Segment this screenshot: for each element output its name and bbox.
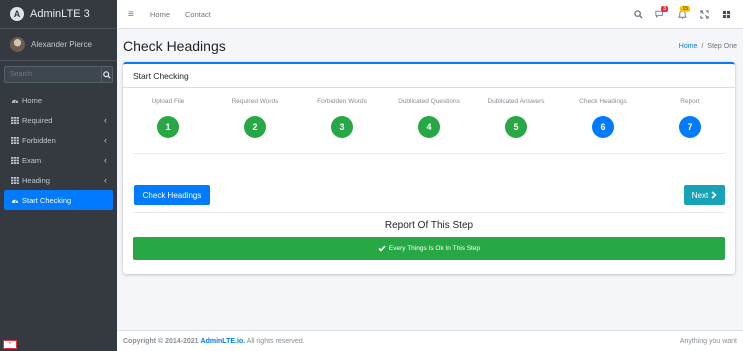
search-icon	[103, 70, 111, 79]
search-icon	[633, 9, 643, 19]
step-label: Forbidden Words	[317, 98, 367, 105]
step-number: 3	[331, 116, 353, 138]
avatar	[10, 37, 25, 52]
sidebar-item-label: Heading	[22, 175, 50, 185]
brand-text: AdminLTE 3	[30, 8, 90, 20]
step-label: Check Headings	[579, 98, 627, 105]
menu-toggle-icon[interactable]: ≡	[128, 9, 135, 20]
grid-icon	[11, 176, 20, 184]
brand-link[interactable]: A AdminLTE 3	[0, 0, 117, 29]
messages-button[interactable]: 3	[649, 3, 671, 25]
step-label: Required Words	[231, 98, 279, 105]
page-title: Check Headings	[123, 38, 226, 54]
card-title: Start Checking	[133, 70, 189, 81]
navbar-right: 3 15	[627, 3, 737, 25]
divider	[133, 153, 725, 154]
nav-link-contact[interactable]: Contact	[185, 10, 211, 19]
step-number: 6	[592, 116, 614, 138]
messages-badge: 3	[661, 6, 668, 12]
sidebar-item-required[interactable]: Required ‹	[0, 110, 117, 130]
grid-icon	[11, 136, 20, 144]
footer-right-text: Anything you want	[679, 337, 737, 345]
fullscreen-button[interactable]	[693, 3, 715, 25]
sidebar-item-start-checking[interactable]: Start Checking	[4, 190, 113, 210]
chevron-left-icon: ‹	[104, 175, 107, 185]
top-navbar: ≡ Home Contact 3 15	[117, 0, 743, 29]
next-button-label: Next	[691, 190, 709, 200]
breadcrumb: Home / Step One	[679, 43, 737, 50]
divider	[133, 212, 725, 213]
nav-link-home[interactable]: Home	[150, 10, 170, 19]
notifications-button[interactable]: 15	[671, 3, 693, 25]
start-checking-card: Start Checking Upload File 1 Required Wo…	[123, 62, 735, 274]
footer-copyright: Copyright © 2014-2021 AdminLTE.io. All r…	[123, 338, 305, 345]
report-success-alert: Every Things Is Ok In This Step	[133, 237, 725, 260]
sidebar-item-label: Home	[22, 95, 43, 105]
breadcrumb-home-link[interactable]: Home	[679, 43, 698, 50]
breadcrumb-separator: /	[701, 42, 704, 50]
step-number: 7	[679, 116, 701, 138]
chevron-left-icon: ‹	[104, 155, 107, 165]
sidebar-item-label: Required	[22, 115, 53, 125]
corner-logo-icon: ▪▪	[3, 340, 17, 349]
main-footer: Copyright © 2014-2021 AdminLTE.io. All r…	[117, 330, 743, 351]
sidebar-search-button[interactable]	[101, 66, 113, 83]
report-message: Every Things Is Ok In This Step	[388, 245, 481, 252]
step-number: 1	[157, 116, 179, 138]
sidebar-item-exam[interactable]: Exam ‹	[0, 150, 117, 170]
sidebar-item-label: Forbidden	[22, 135, 56, 145]
step-dublicated-answers[interactable]: Dublicated Answers 5	[471, 98, 561, 138]
sidebar-item-label: Exam	[22, 155, 42, 165]
footer-rights: All rights reserved.	[246, 337, 305, 345]
expand-icon	[699, 9, 709, 19]
sidebar-search	[4, 66, 113, 83]
sidebar-item-home[interactable]: Home	[0, 90, 117, 110]
stepper: Upload File 1 Required Words 2 Forbidden…	[123, 98, 735, 138]
step-check-headings[interactable]: Check Headings 6	[558, 98, 648, 138]
grid-icon	[11, 116, 20, 124]
brand-logo-icon: A	[10, 7, 24, 21]
footer-brand-link[interactable]: AdminLTE.io.	[201, 338, 246, 345]
tachometer-icon	[11, 196, 20, 204]
sidebar-item-label: Start Checking	[22, 195, 72, 205]
user-name[interactable]: Alexander Pierce	[31, 40, 92, 49]
th-large-icon	[722, 10, 730, 18]
sidebar-item-heading[interactable]: Heading ‹	[0, 170, 117, 190]
step-label: Dublicated Answers	[487, 98, 545, 105]
tachometer-icon	[11, 96, 20, 104]
step-label: Upload File	[151, 98, 185, 105]
breadcrumb-current: Step One	[707, 42, 737, 50]
check-icon	[378, 245, 386, 252]
step-number: 2	[244, 116, 266, 138]
step-label: Dublicated Questions	[398, 98, 460, 105]
grid-icon	[11, 156, 20, 164]
chevron-left-icon: ‹	[104, 115, 107, 125]
sidebar-item-forbidden[interactable]: Forbidden ‹	[0, 130, 117, 150]
main-sidebar: A AdminLTE 3 Alexander Pierce Home Requi…	[0, 0, 117, 351]
chevron-left-icon: ‹	[104, 135, 107, 145]
user-panel[interactable]: Alexander Pierce	[0, 29, 117, 61]
step-number: 4	[418, 116, 440, 138]
step-number: 5	[505, 116, 527, 138]
step-report[interactable]: Report 7	[645, 98, 735, 138]
step-dublicated-questions[interactable]: Dublicated Questions 4	[384, 98, 474, 138]
next-button[interactable]: Next	[684, 185, 725, 205]
navbar-search-button[interactable]	[627, 3, 649, 25]
step-required-words[interactable]: Required Words 2	[210, 98, 300, 138]
notifications-badge: 15	[680, 6, 690, 12]
chevron-right-icon	[711, 191, 717, 199]
card-header: Start Checking	[123, 64, 735, 88]
sidebar-search-input[interactable]	[4, 66, 101, 83]
report-title: Report Of This Step	[384, 220, 474, 231]
control-sidebar-button[interactable]	[715, 3, 737, 25]
footer-copyright-prefix: Copyright © 2014-2021	[123, 337, 199, 345]
step-upload-file[interactable]: Upload File 1	[123, 98, 213, 138]
content-header: Check Headings Home / Step One	[123, 36, 737, 56]
check-headings-button[interactable]: Check Headings	[134, 185, 210, 205]
step-label: Report	[680, 98, 700, 105]
step-forbidden-words[interactable]: Forbidden Words 3	[297, 98, 387, 138]
